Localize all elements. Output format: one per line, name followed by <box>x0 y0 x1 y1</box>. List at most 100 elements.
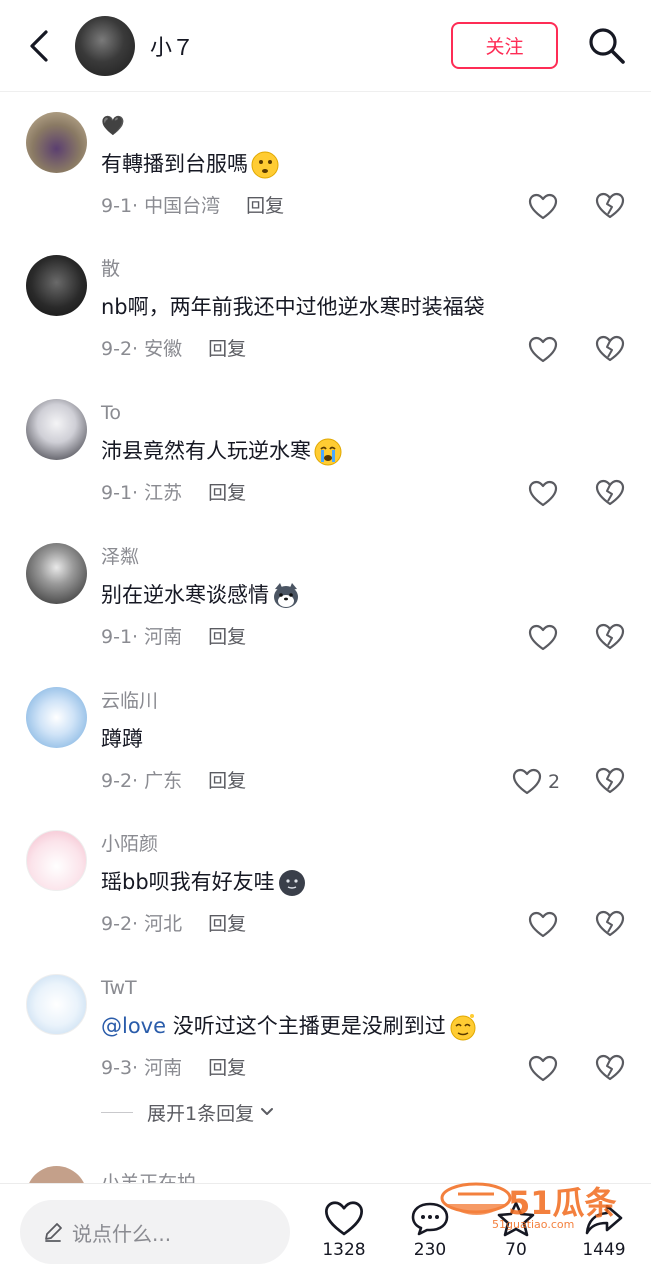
comment-date: 9-3 <box>101 1057 133 1079</box>
mention-link[interactable]: @love <box>101 1014 166 1038</box>
comment-meta: 9-3· 河南 回复 <box>101 1057 247 1079</box>
comment-meta: 9-2· 河北 回复 <box>101 913 247 935</box>
commenter-avatar[interactable] <box>26 399 87 460</box>
dark-face-emoji-icon <box>278 870 305 896</box>
comment-total: 230 <box>413 1240 447 1260</box>
like-button[interactable] <box>528 479 564 509</box>
like-button[interactable]: 2 <box>512 767 560 797</box>
dislike-button[interactable] <box>595 910 625 940</box>
back-button[interactable] <box>22 26 58 66</box>
comment-date: 9-1 <box>101 482 133 504</box>
dislike-button[interactable] <box>595 335 625 365</box>
reply-button[interactable]: 回复 <box>208 1057 246 1079</box>
favorite-total: 70 <box>505 1240 527 1260</box>
comment-text: 瑶bb呗我有好友哇 <box>101 867 307 898</box>
comment-location: 河南 <box>144 1057 183 1079</box>
comment-date: 9-2 <box>101 770 133 792</box>
dislike-button[interactable] <box>595 192 625 222</box>
broken-heart-icon <box>595 910 625 937</box>
search-icon <box>589 28 625 64</box>
dizzy-face-emoji-icon <box>450 1014 476 1041</box>
comment-text: 蹲蹲 <box>101 727 143 751</box>
dislike-button[interactable] <box>595 767 625 797</box>
commenter-name[interactable]: To <box>101 399 121 427</box>
comment-text: 别在逆水寒谈感情 <box>101 580 301 611</box>
back-arrow-icon <box>30 30 48 62</box>
pencil-icon <box>45 1223 62 1242</box>
dislike-button[interactable] <box>595 1054 625 1084</box>
comment-body: 沛县竟然有人玩逆水寒 <box>101 439 311 463</box>
commenter-avatar[interactable] <box>26 687 87 748</box>
comment-body: 别在逆水寒谈感情 <box>101 583 269 607</box>
comment-item: 泽粼 别在逆水寒谈感情 9-1· 河南 回复 <box>0 543 651 683</box>
commenter-name[interactable]: 小陌颜 <box>101 830 158 858</box>
comment-text: nb啊，两年前我还中过他逆水寒时装福袋 <box>101 295 485 319</box>
author-avatar[interactable] <box>75 16 135 76</box>
comment-location: 中国台湾 <box>144 195 221 217</box>
search-button[interactable] <box>586 25 628 67</box>
comment-date: 9-2 <box>101 913 133 935</box>
broken-heart-icon <box>595 192 625 219</box>
comment-item: 🖤 有轉播到台服嗎 9-1· 中国台湾 回复 <box>0 112 651 252</box>
reply-button[interactable]: 回复 <box>208 338 246 360</box>
commenter-avatar[interactable] <box>26 543 87 604</box>
follow-button[interactable]: 关注 <box>451 22 558 69</box>
comment-body: 有轉播到台服嗎 <box>101 152 248 176</box>
like-button[interactable] <box>528 1054 564 1084</box>
reply-button[interactable]: 回复 <box>208 770 246 792</box>
broken-heart-icon <box>595 623 625 650</box>
comment-item: 云临川 蹲蹲 9-2· 广东 回复 2 <box>0 687 651 827</box>
commenter-avatar[interactable] <box>26 255 87 316</box>
commenter-avatar[interactable] <box>26 112 87 173</box>
heart-outline-icon <box>512 768 542 795</box>
husky-emoji-icon <box>274 583 298 608</box>
thinking-emoji-icon <box>251 151 279 179</box>
like-button[interactable] <box>528 623 564 653</box>
heart-outline-icon <box>528 624 558 651</box>
reply-button[interactable]: 回复 <box>208 482 246 504</box>
commenter-avatar[interactable] <box>26 974 87 1035</box>
comment-meta: 9-1· 河南 回复 <box>101 626 247 648</box>
comment-text: 沛县竟然有人玩逆水寒 <box>101 436 343 467</box>
comment-input[interactable]: 说点什么... <box>20 1200 290 1264</box>
broken-heart-icon <box>595 767 625 794</box>
commenter-name[interactable]: 云临川 <box>101 687 158 715</box>
commenter-avatar[interactable] <box>26 830 87 891</box>
chevron-down-icon <box>261 1108 274 1115</box>
commenter-name[interactable]: 🖤 <box>101 112 125 140</box>
heart-outline-icon <box>528 911 558 938</box>
like-button[interactable] <box>528 335 564 365</box>
comment-date: 9-1 <box>101 626 133 648</box>
comment-item: 散 nb啊，两年前我还中过他逆水寒时装福袋 9-2· 安徽 回复 <box>0 255 651 395</box>
comment-text: 有轉播到台服嗎 <box>101 149 280 180</box>
like-button[interactable] <box>528 192 564 222</box>
comment-location: 广东 <box>144 770 183 792</box>
dislike-button[interactable] <box>595 479 625 509</box>
heart-outline-icon <box>528 1055 558 1082</box>
author-name[interactable]: 小７ <box>150 30 194 62</box>
reply-button[interactable]: 回复 <box>246 195 284 217</box>
watermark-site: 51guatiao.com <box>492 1218 575 1231</box>
comment-meta: 9-2· 广东 回复 <box>101 770 247 792</box>
top-bar: 小７ 关注 <box>0 0 651 92</box>
comment-meta: 9-1· 江苏 回复 <box>101 482 247 504</box>
expand-replies-button[interactable]: 展开1条回复 <box>101 1098 276 1126</box>
broken-heart-icon <box>595 479 625 506</box>
comment-date: 9-1 <box>101 195 133 217</box>
comment-item: To 沛县竟然有人玩逆水寒 9-1· 江苏 回复 <box>0 399 651 539</box>
comment-meta: 9-1· 中国台湾 回复 <box>101 195 285 217</box>
dislike-button[interactable] <box>595 623 625 653</box>
commenter-name[interactable]: 泽粼 <box>101 543 139 571</box>
comment-location: 江苏 <box>144 482 183 504</box>
comment-text: @love 没听过这个主播更是没刷到过 <box>101 1011 478 1042</box>
comment-date: 9-2 <box>101 338 133 360</box>
reply-button[interactable]: 回复 <box>208 913 246 935</box>
commenter-name[interactable]: TwT <box>101 974 137 1002</box>
share-total: 1449 <box>582 1240 626 1260</box>
like-action[interactable]: 1328 <box>304 1200 384 1278</box>
like-button[interactable] <box>528 910 564 940</box>
commenter-name[interactable]: 散 <box>101 255 120 283</box>
comment-body: 瑶bb呗我有好友哇 <box>101 870 275 894</box>
reply-button[interactable]: 回复 <box>208 626 246 648</box>
heart-outline-icon <box>528 193 558 220</box>
